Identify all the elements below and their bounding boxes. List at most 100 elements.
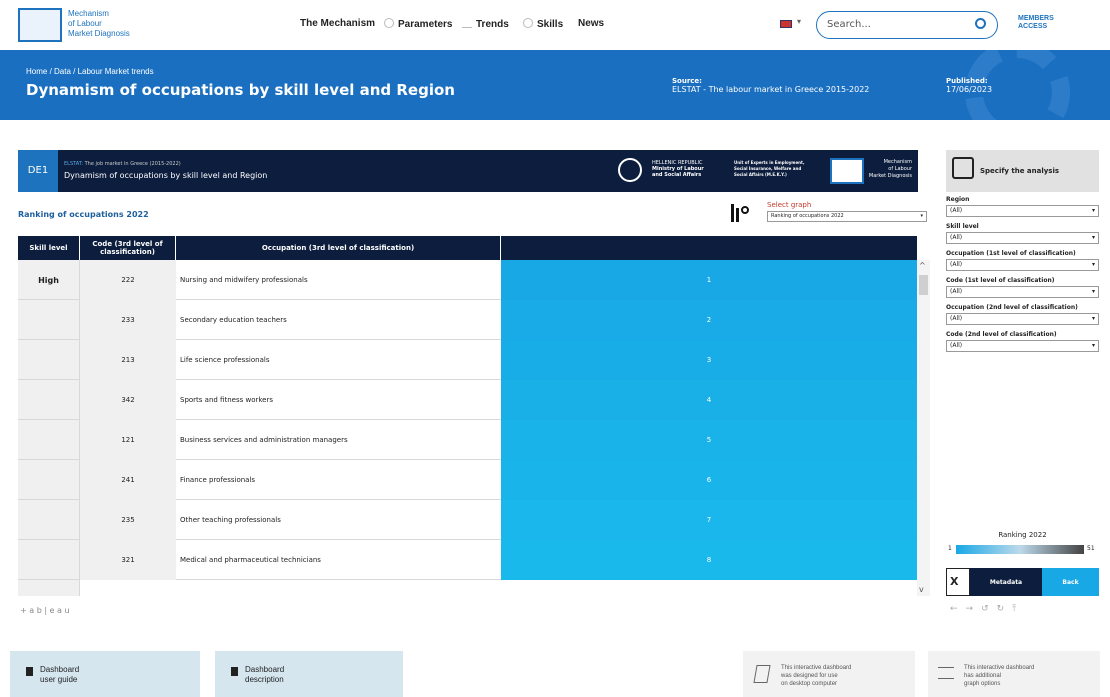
breadcrumb[interactable]: Home / Data / Labour Market trends (26, 67, 154, 76)
code-cell: 233 (80, 300, 176, 340)
rank-bar[interactable]: 6 (501, 460, 917, 500)
column-header-rank[interactable] (501, 236, 917, 260)
table-row[interactable]: 321 Medical and pharmaceutical technician… (18, 540, 918, 580)
rank-bar[interactable]: 3 (501, 340, 917, 380)
table-row[interactable]: 121 Business services and administration … (18, 420, 918, 460)
filter-dropdown[interactable]: (All) (946, 313, 1099, 325)
members-access-link[interactable]: MEMBERS ACCESS (1018, 15, 1054, 31)
top-navigation: Mechanism of Labour Market Diagnosis The… (0, 0, 1110, 50)
occupation-cell: Other teaching professionals (180, 516, 281, 524)
filter-label: Code (2nd level of classification) (946, 331, 1057, 338)
filter-group: Occupation (2nd level of classification)… (946, 304, 1099, 325)
occupation-cell: Finance professionals (180, 476, 256, 484)
clock-icon (384, 18, 394, 28)
user-guide-card[interactable]: Dashboard user guide (10, 651, 200, 697)
table-row[interactable]: 213 Life science professionals 3 (18, 340, 918, 380)
tableau-toolbar[interactable]: ←→↺↻⤒ (950, 604, 1024, 614)
mechanism-logo-icon (830, 158, 864, 184)
filter-list: Region (All) Skill level (All) Occupation (1… (946, 196, 1099, 358)
rank-bar[interactable]: 8 (501, 540, 917, 580)
filter-label: Occupation (2nd level of classification) (946, 304, 1078, 311)
nav-the-mechanism[interactable]: The Mechanism (300, 18, 375, 29)
column-header-skill-level[interactable]: Skill level (18, 236, 79, 260)
code-cell: 241 (80, 460, 176, 500)
select-graph-dropdown[interactable]: Ranking of occupations 2022 ▾ (767, 211, 927, 222)
rank-bar[interactable]: 1 (501, 260, 917, 300)
filter-group: Code (1st level of classification) (All) (946, 277, 1099, 298)
tableau-dashboard: DE1 ELSTAT: The job market in Greece (20… (18, 150, 1103, 600)
search-input[interactable]: Search... (816, 11, 998, 39)
table-row[interactable]: 233 Secondary education teachers 2 (18, 300, 918, 340)
table-row[interactable]: 235 Other teaching professionals 7 (18, 500, 918, 540)
table-scrollbar[interactable]: ^ v (917, 260, 930, 596)
filter-dropdown[interactable]: (All) (946, 205, 1099, 217)
table-row[interactable]: 342 Sports and fitness workers 4 (18, 380, 918, 420)
filter-label: Code (1st level of classification) (946, 277, 1055, 284)
dashboard-header: DE1 ELSTAT: The job market in Greece (20… (18, 150, 918, 192)
occupation-cell: Secondary education teachers (180, 316, 287, 324)
column-header-occupation[interactable]: Occupation (3rd level of classification) (176, 236, 500, 260)
occupation-cell: Nursing and midwifery professionals (180, 276, 308, 284)
filter-group: Code (2nd level of classification) (All) (946, 331, 1099, 352)
unit-text: Unit of Experts in Employment, Social Ins… (734, 160, 805, 177)
occupation-cell: Medical and pharmaceutical technicians (180, 556, 321, 564)
excel-icon[interactable]: X (946, 568, 970, 596)
site-logo[interactable]: Mechanism of Labour Market Diagnosis (18, 8, 138, 42)
rank-bar[interactable]: 4 (501, 380, 917, 420)
filter-label: Region (946, 196, 970, 203)
source-label: Source: (672, 77, 702, 85)
pdf-icon (26, 667, 33, 676)
scroll-up-icon[interactable]: ^ (919, 261, 926, 270)
chart-selector-icon (731, 202, 751, 224)
rank-bar[interactable]: 2 (501, 300, 917, 340)
pdf-icon (231, 667, 238, 676)
table-row[interactable]: 241 Finance professionals 6 (18, 460, 918, 500)
filter-panel: Specify the analysis Region(All)Skill le… (946, 150, 1103, 596)
language-flag-icon[interactable] (780, 20, 792, 28)
column-header-code[interactable]: Code (3rd level of classification) (80, 236, 175, 260)
ranking-title: Ranking of occupations 2022 (18, 210, 149, 219)
mechanism-logo-text: Mechanism of Labour Market Diagnosis (868, 159, 912, 179)
source-value: ELSTAT - The labour market in Greece 201… (672, 85, 870, 94)
occupation-cell: Business services and administration man… (180, 436, 348, 444)
nav-parameters[interactable]: Parameters (384, 18, 452, 30)
metadata-button[interactable]: Metadata (970, 568, 1042, 596)
filter-dropdown[interactable]: (All) (946, 232, 1099, 244)
filter-group: Skill level (All) (946, 223, 1099, 244)
legend-min: 1 (948, 545, 952, 552)
filter-dropdown[interactable]: (All) (946, 259, 1099, 271)
description-card[interactable]: Dashboard description (215, 651, 403, 697)
published-label: Published: (946, 77, 988, 85)
filter-group: Region (All) (946, 196, 1099, 217)
language-chevron-icon[interactable]: ▾ (797, 17, 801, 26)
back-button[interactable]: Back (1042, 568, 1099, 596)
occupation-cell: Sports and fitness workers (180, 396, 273, 404)
sliders-icon (952, 157, 974, 179)
legend-gradient (956, 545, 1084, 554)
page-title: Dynamism of occupations by skill level a… (26, 81, 455, 99)
search-icon[interactable] (975, 18, 986, 29)
code-cell: 121 (80, 420, 176, 460)
rank-bar[interactable]: 7 (501, 500, 917, 540)
filter-label: Skill level (946, 223, 979, 230)
scroll-thumb[interactable] (919, 275, 928, 295)
code-cell: 222 (80, 260, 176, 300)
code-cell: 235 (80, 500, 176, 540)
desktop-note-card: This interactive dashboard was designed f… (743, 651, 915, 697)
brain-icon (523, 18, 533, 28)
nav-trends[interactable]: Trends (462, 18, 509, 30)
ministry-emblem-icon (618, 158, 642, 182)
nav-news[interactable]: News (578, 18, 604, 29)
nav-skills[interactable]: Skills (523, 18, 563, 30)
dashboard-subtitle: Dynamism of occupations by skill level a… (64, 171, 268, 180)
specify-analysis-header[interactable]: Specify the analysis (946, 150, 1099, 192)
filter-dropdown[interactable]: (All) (946, 340, 1099, 352)
trend-icon (462, 18, 472, 28)
filter-dropdown[interactable]: (All) (946, 286, 1099, 298)
filter-label: Occupation (1st level of classification) (946, 250, 1076, 257)
table-row[interactable]: 222 Nursing and midwifery professionals 1 (18, 260, 918, 300)
no-mobile-icon (753, 665, 771, 683)
rank-bar[interactable]: 5 (501, 420, 917, 460)
code-cell: 213 (80, 340, 176, 380)
scroll-down-icon[interactable]: v (919, 585, 924, 594)
